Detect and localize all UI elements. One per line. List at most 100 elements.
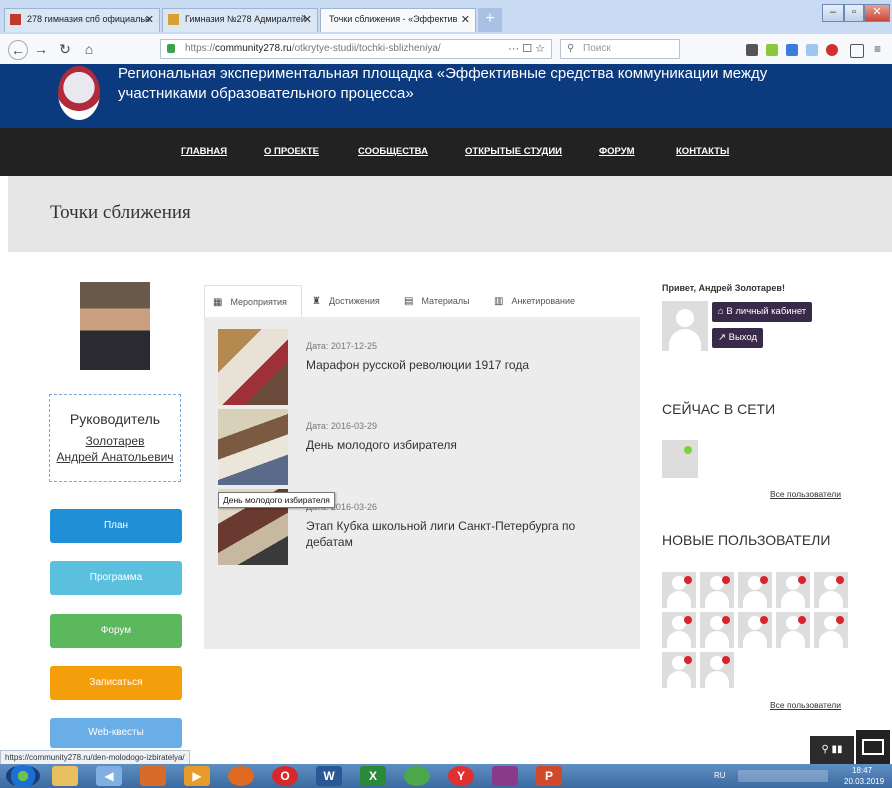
- chat-controls-icon[interactable]: ⚲ ▮▮: [810, 736, 854, 764]
- forum-button[interactable]: Форум: [50, 614, 182, 648]
- leader-name-link[interactable]: Золотарев Андрей Анатольевич: [50, 433, 180, 465]
- nav-about[interactable]: О ПРОЕКТЕ: [264, 146, 319, 157]
- word-icon[interactable]: W: [316, 766, 342, 786]
- school-logo[interactable]: [58, 66, 100, 120]
- new-user-avatar[interactable]: [700, 652, 734, 688]
- clock-time[interactable]: 18:47: [852, 766, 872, 775]
- web-quests-button[interactable]: Web-квесты: [50, 718, 182, 748]
- url-host: community278.ru: [215, 43, 292, 54]
- event-title-link[interactable]: Марафон русской революции 1917 года: [306, 357, 606, 373]
- tab-materials[interactable]: ▤ Материалы: [396, 285, 482, 317]
- opera-icon[interactable]: O: [272, 766, 298, 786]
- event-title-link[interactable]: День молодого избирателя: [306, 437, 606, 453]
- tray-icons[interactable]: [738, 770, 828, 782]
- extension-icon[interactable]: [766, 44, 778, 56]
- close-tab-icon[interactable]: ✕: [303, 13, 312, 26]
- media-app-icon[interactable]: [140, 766, 166, 786]
- event-thumbnail[interactable]: [218, 329, 288, 405]
- program-button[interactable]: Программа: [50, 561, 182, 595]
- user-placeholder-body: [669, 329, 701, 351]
- chat-widget[interactable]: ⚲ ▮▮: [810, 730, 890, 764]
- online-user-avatar[interactable]: [662, 440, 698, 478]
- new-user-avatar[interactable]: [662, 652, 696, 688]
- new-user-avatar[interactable]: [776, 572, 810, 608]
- start-button[interactable]: [6, 765, 40, 787]
- close-tab-icon[interactable]: ✕: [461, 13, 470, 26]
- leader-surname: Золотарев: [85, 434, 145, 448]
- new-user-avatar[interactable]: [700, 572, 734, 608]
- close-tab-icon[interactable]: ✕: [145, 13, 154, 26]
- volume-icon[interactable]: ◀: [96, 766, 122, 786]
- tab-label: 278 гимназия спб официальн: [27, 14, 150, 24]
- chrome-icon[interactable]: [404, 766, 430, 786]
- explorer-icon[interactable]: [52, 766, 78, 786]
- sidebar-icon[interactable]: [850, 44, 864, 58]
- new-user-avatar[interactable]: [814, 572, 848, 608]
- new-tab-button[interactable]: +: [478, 8, 502, 32]
- new-user-avatar[interactable]: [738, 612, 772, 648]
- nav-forum[interactable]: ФОРУМ: [599, 146, 635, 157]
- new-user-avatar[interactable]: [662, 572, 696, 608]
- menu-icon[interactable]: ≡: [874, 43, 886, 56]
- nav-contacts[interactable]: КОНТАКТЫ: [676, 146, 729, 157]
- clock-date[interactable]: 20.03.2019: [844, 777, 884, 786]
- mail-button[interactable]: [856, 730, 890, 764]
- close-window-button[interactable]: ✕: [864, 4, 890, 22]
- browser-tab[interactable]: 278 гимназия спб официальн ✕: [4, 8, 160, 32]
- cart-icon[interactable]: [786, 44, 798, 56]
- excel-icon[interactable]: X: [360, 766, 386, 786]
- reload-icon[interactable]: ↻: [56, 40, 74, 58]
- search-icon: ⚲: [567, 43, 575, 54]
- leader-card: Руководитель Золотарев Андрей Анатольеви…: [49, 394, 181, 482]
- tab-survey[interactable]: ▥ Анкетирование: [486, 285, 596, 317]
- home-icon[interactable]: ⌂: [80, 40, 98, 58]
- browser-tab-active[interactable]: Точки сближения - «Эффектив ✕: [320, 8, 476, 32]
- personal-cabinet-button[interactable]: ⌂ В личный кабинет: [712, 302, 813, 322]
- new-user-avatar[interactable]: [662, 612, 696, 648]
- user-avatar: [662, 301, 708, 351]
- adblock-icon[interactable]: [826, 44, 838, 56]
- back-arrow-icon[interactable]: ←: [8, 40, 28, 60]
- minimize-button[interactable]: –: [822, 4, 844, 22]
- event-title-link[interactable]: Этап Кубка школьной лиги Санкт-Петербург…: [306, 518, 606, 550]
- all-new-users-link[interactable]: Все пользователи: [770, 700, 841, 710]
- library-icon[interactable]: [746, 44, 758, 56]
- new-user-avatar[interactable]: [700, 612, 734, 648]
- powerpoint-icon[interactable]: P: [536, 766, 562, 786]
- extension-icon[interactable]: [806, 44, 818, 56]
- new-user-avatar[interactable]: [814, 612, 848, 648]
- player-icon[interactable]: ▶: [184, 766, 210, 786]
- yandex-browser-icon[interactable]: Y: [448, 766, 474, 786]
- nav-open-studios[interactable]: ОТКРЫТЫЕ СТУДИИ: [465, 146, 562, 157]
- search-input[interactable]: ⚲ Поиск: [560, 39, 680, 59]
- event-date: Дата: 2017-12-25: [306, 341, 377, 351]
- new-user-avatar[interactable]: [738, 572, 772, 608]
- tab-events[interactable]: ▦ Мероприятия: [204, 285, 302, 317]
- language-indicator[interactable]: RU: [714, 771, 726, 780]
- new-user-avatar[interactable]: [776, 612, 810, 648]
- forward-arrow-icon[interactable]: →: [32, 40, 50, 58]
- event-thumbnail[interactable]: [218, 409, 288, 485]
- signup-button[interactable]: Записаться: [50, 666, 182, 700]
- book-icon: ▤: [404, 296, 414, 307]
- logout-button[interactable]: ↗ Выход: [712, 328, 764, 348]
- tab-achievements[interactable]: ♜ Достижения: [304, 285, 394, 317]
- all-users-link[interactable]: Все пользователи: [770, 489, 841, 499]
- site-favicon-icon: [168, 14, 179, 25]
- tooltip: День молодого избирателя: [218, 492, 335, 508]
- browser-tab[interactable]: Гимназия №278 Адмиралтей ✕: [162, 8, 318, 32]
- address-bar[interactable]: https://community278.ru/otkrytye-studii/…: [160, 39, 552, 59]
- plan-button[interactable]: План: [50, 509, 182, 543]
- page-heading-bar: Точки сближения: [8, 176, 892, 252]
- nav-home[interactable]: ГЛАВНАЯ: [181, 146, 227, 157]
- page-title: Точки сближения: [50, 202, 191, 223]
- envelope-icon: [862, 739, 884, 755]
- leader-given-name: Андрей Анатольевич: [56, 450, 174, 464]
- nav-communities[interactable]: СООБЩЕСТВА: [358, 146, 428, 157]
- maximize-button[interactable]: ▫: [844, 4, 864, 22]
- tab-label: Материалы: [421, 296, 470, 306]
- archiver-icon[interactable]: [492, 766, 518, 786]
- trophy-icon: ♜: [312, 296, 321, 307]
- firefox-icon[interactable]: [228, 766, 254, 786]
- page-actions-icon[interactable]: ··· ☐ ☆: [508, 40, 545, 58]
